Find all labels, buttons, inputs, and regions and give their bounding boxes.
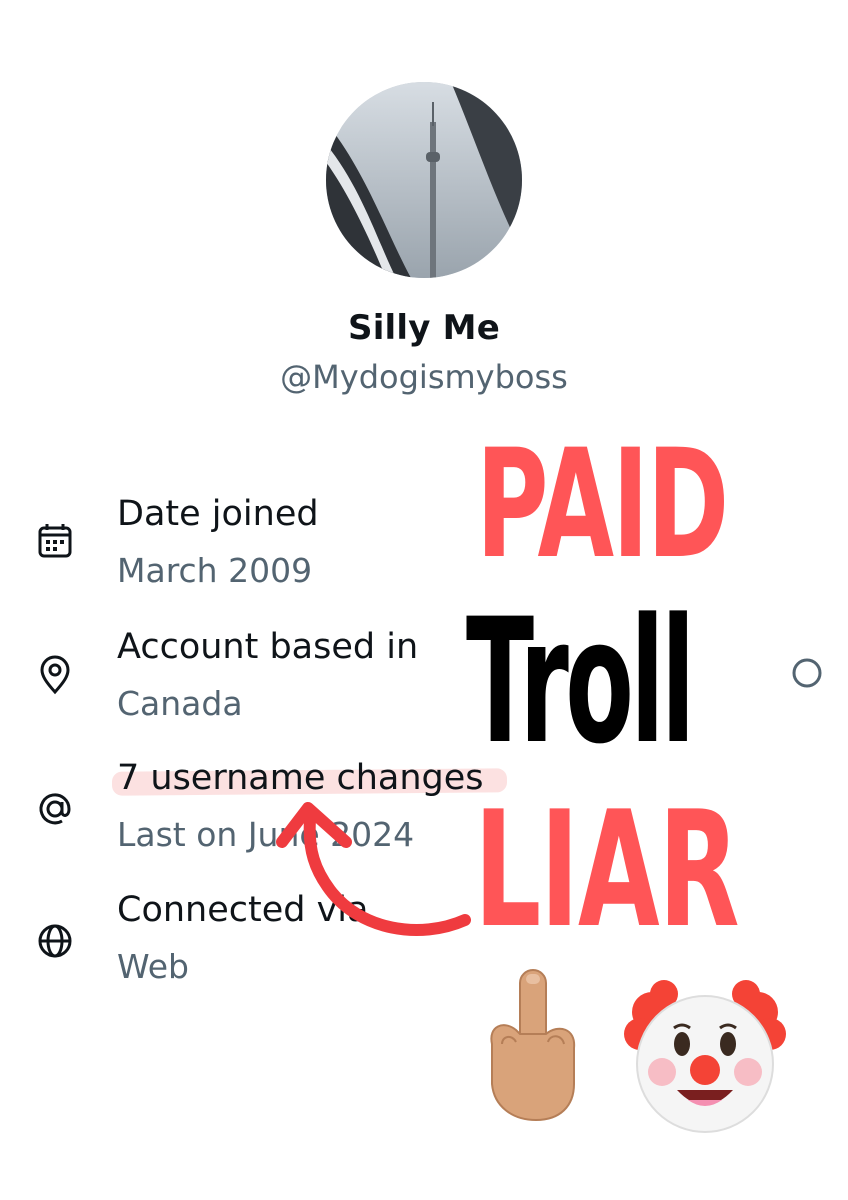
profile-avatar[interactable] [326, 82, 522, 278]
date-joined-value: March 2009 [117, 551, 313, 590]
connected-via-value: Web [117, 947, 189, 986]
info-icon[interactable] [790, 656, 824, 690]
clown-face-emoji [624, 980, 786, 1133]
location-pin-icon [34, 654, 76, 696]
date-joined-label: Date joined [117, 494, 319, 534]
at-sign-icon [34, 788, 76, 830]
overlay-troll-text: Troll [466, 581, 695, 782]
overlay-paid-text: PAID [476, 418, 729, 592]
username-handle: @Mydogismyboss [280, 358, 568, 396]
overlay-liar-text: LIAR [474, 776, 740, 963]
annotation-arrow [276, 802, 471, 936]
account-based-in-value: Canada [117, 684, 243, 723]
display-name: Silly Me [348, 308, 500, 348]
account-based-in-label: Account based in [117, 627, 419, 667]
calendar-icon [34, 520, 76, 562]
middle-finger-emoji [490, 969, 576, 1122]
globe-icon [34, 920, 76, 962]
